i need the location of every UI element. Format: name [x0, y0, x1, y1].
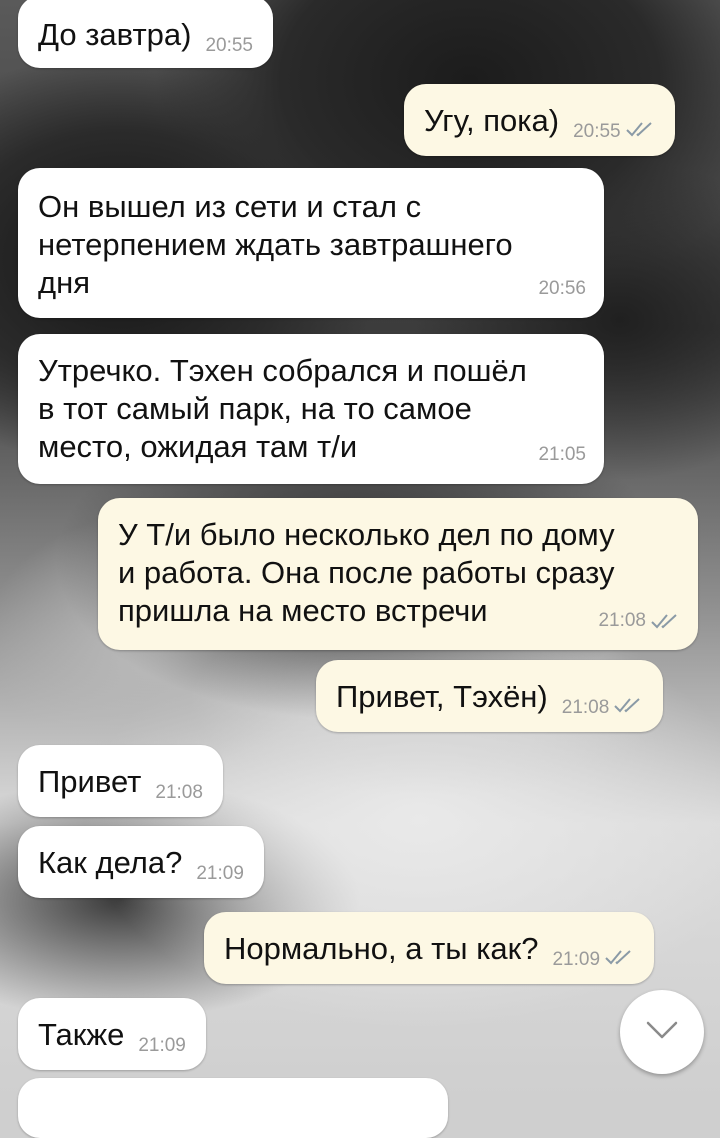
message-bubble-incoming[interactable]: Также 21:09	[18, 998, 206, 1070]
message-text: Утречко. Тэхен собрался и пошёл в тот са…	[38, 353, 527, 464]
message-text: Также	[38, 1017, 125, 1052]
message-bubble-incoming[interactable]: Привет 21:08	[18, 745, 223, 817]
message-text: Нормально, а ты как?	[224, 931, 539, 966]
scroll-down-button[interactable]	[620, 990, 704, 1074]
message-text: Привет	[38, 764, 142, 799]
message-text: Как дела?	[38, 845, 183, 880]
message-bubble-outgoing[interactable]: Нормально, а ты как? 21:09	[204, 912, 655, 984]
message-time: 21:08	[561, 697, 610, 718]
message-time: 20:55	[573, 121, 621, 142]
message-meta: 21:08	[598, 602, 680, 640]
message-time: 20:55	[205, 35, 253, 56]
message-text: Угу, пока)	[424, 103, 560, 138]
message-bubble-incoming-partial[interactable]	[18, 1078, 448, 1138]
double-check-icon	[604, 949, 634, 965]
chevron-down-icon	[645, 1020, 679, 1045]
message-text: Привет, Тэхён)	[336, 679, 548, 714]
message-meta: 20:56	[538, 270, 586, 308]
message-text: У Т/и было несколько дел по дому и работ…	[118, 517, 615, 628]
message-text: Он вышел из сети и стал с нетерпением жд…	[38, 189, 513, 300]
message-bubble-outgoing[interactable]: У Т/и было несколько дел по дому и работ…	[98, 498, 698, 650]
message-bubble-incoming[interactable]: Утречко. Тэхен собрался и пошёл в тот са…	[18, 334, 604, 484]
message-time: 21:08	[155, 782, 203, 803]
message-bubble-incoming[interactable]: Он вышел из сети и стал с нетерпением жд…	[18, 168, 604, 318]
message-text: До завтра)	[38, 17, 192, 52]
message-time: 21:05	[538, 444, 586, 465]
message-time: 20:56	[538, 278, 586, 299]
message-time: 21:09	[196, 863, 244, 884]
message-bubble-incoming[interactable]: До завтра) 20:55	[18, 0, 273, 68]
message-bubble-outgoing[interactable]: Угу, пока) 20:55	[404, 84, 675, 156]
double-check-icon	[625, 121, 655, 137]
double-check-icon	[613, 697, 643, 713]
message-time: 21:09	[138, 1035, 186, 1056]
message-bubble-incoming[interactable]: Как дела? 21:09	[18, 826, 264, 898]
message-meta: 21:05	[538, 436, 586, 474]
message-time: 21:09	[552, 949, 601, 970]
double-check-icon	[650, 613, 680, 629]
message-time: 21:08	[598, 610, 646, 631]
message-bubble-outgoing[interactable]: Привет, Тэхён) 21:08	[316, 660, 664, 732]
